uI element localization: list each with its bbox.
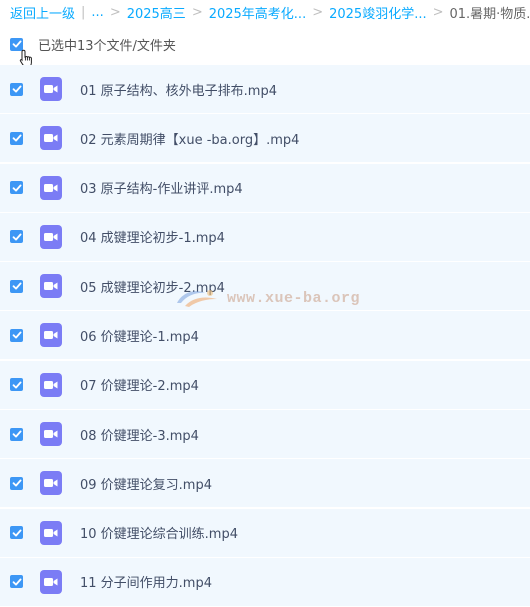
file-row[interactable]: 08 价键理论-3.mp4	[0, 410, 530, 458]
checkmark-icon	[12, 330, 22, 340]
breadcrumb-item[interactable]: 2025竣羽化学...	[329, 3, 426, 22]
checkmark-icon	[12, 39, 22, 49]
video-file-icon	[40, 373, 62, 397]
selection-bar: 已选中13个文件/文件夹	[0, 24, 530, 64]
file-row[interactable]: 02 元素周期律【xue -ba.org】.mp4	[0, 114, 530, 162]
checkmark-icon	[12, 183, 22, 193]
file-row[interactable]: 01 原子结构、核外电子排布.mp4	[0, 65, 530, 113]
breadcrumb-item[interactable]: 2025高三	[127, 3, 186, 22]
chevron-right-icon: >	[192, 5, 203, 20]
file-row[interactable]: 10 价键理论综合训练.mp4	[0, 509, 530, 557]
file-name[interactable]: 08 价键理论-3.mp4	[80, 425, 199, 444]
row-checkbox[interactable]	[10, 280, 23, 293]
file-row[interactable]: 07 价键理论-2.mp4	[0, 361, 530, 409]
breadcrumb-ellipsis[interactable]: ...	[91, 5, 103, 20]
file-name[interactable]: 09 价键理论复习.mp4	[80, 474, 212, 493]
file-name[interactable]: 01 原子结构、核外电子排布.mp4	[80, 80, 277, 99]
file-name[interactable]: 07 价键理论-2.mp4	[80, 375, 199, 394]
checkmark-icon	[12, 133, 22, 143]
file-name[interactable]: 05 成键理论初步-2.mp4	[80, 277, 225, 296]
row-checkbox[interactable]	[10, 526, 23, 539]
video-file-icon	[40, 422, 62, 446]
file-row[interactable]: 05 成键理论初步-2.mp4	[0, 262, 530, 310]
breadcrumb-current: 01.暑期·物质...	[450, 3, 530, 22]
video-file-icon	[40, 176, 62, 200]
row-checkbox[interactable]	[10, 230, 23, 243]
checkmark-icon	[12, 429, 22, 439]
row-checkbox[interactable]	[10, 329, 23, 342]
file-name[interactable]: 11 分子间作用力.mp4	[80, 572, 212, 591]
video-file-icon	[40, 225, 62, 249]
video-file-icon	[40, 521, 62, 545]
back-link[interactable]: 返回上一级	[10, 3, 75, 22]
checkmark-icon	[12, 478, 22, 488]
checkmark-icon	[12, 232, 22, 242]
file-row[interactable]: 04 成键理论初步-1.mp4	[0, 213, 530, 261]
chevron-right-icon: >	[110, 5, 121, 20]
file-name[interactable]: 10 价键理论综合训练.mp4	[80, 523, 238, 542]
row-checkbox[interactable]	[10, 575, 23, 588]
video-file-icon	[40, 570, 62, 594]
selection-count-label: 已选中13个文件/文件夹	[38, 35, 176, 54]
row-checkbox[interactable]	[10, 428, 23, 441]
row-checkbox[interactable]	[10, 378, 23, 391]
video-file-icon	[40, 274, 62, 298]
file-row[interactable]: 03 原子结构-作业讲评.mp4	[0, 164, 530, 212]
file-name[interactable]: 06 价键理论-1.mp4	[80, 326, 199, 345]
file-name[interactable]: 04 成键理论初步-1.mp4	[80, 227, 225, 246]
file-list: 01 原子结构、核外电子排布.mp4 02 元素周期律【xue -ba.org】.…	[0, 65, 530, 607]
file-row[interactable]: 09 价键理论复习.mp4	[0, 459, 530, 507]
chevron-right-icon: >	[312, 5, 323, 20]
file-row[interactable]: 11 分子间作用力.mp4	[0, 558, 530, 606]
row-checkbox[interactable]	[10, 132, 23, 145]
breadcrumb: 返回上一级 | ... > 2025高三 > 2025年高考化... > 202…	[0, 0, 530, 24]
video-file-icon	[40, 323, 62, 347]
checkmark-icon	[12, 380, 22, 390]
file-row[interactable]: 06 价键理论-1.mp4	[0, 311, 530, 359]
video-file-icon	[40, 471, 62, 495]
video-file-icon	[40, 77, 62, 101]
checkmark-icon	[12, 528, 22, 538]
chevron-right-icon: >	[433, 5, 444, 20]
row-checkbox[interactable]	[10, 83, 23, 96]
checkmark-icon	[12, 281, 22, 291]
breadcrumb-divider: |	[81, 5, 85, 20]
breadcrumb-item[interactable]: 2025年高考化...	[209, 3, 306, 22]
file-name[interactable]: 03 原子结构-作业讲评.mp4	[80, 178, 243, 197]
checkmark-icon	[12, 84, 22, 94]
file-name[interactable]: 02 元素周期律【xue -ba.org】.mp4	[80, 129, 299, 148]
checkmark-icon	[12, 577, 22, 587]
row-checkbox[interactable]	[10, 477, 23, 490]
row-checkbox[interactable]	[10, 181, 23, 194]
video-file-icon	[40, 126, 62, 150]
